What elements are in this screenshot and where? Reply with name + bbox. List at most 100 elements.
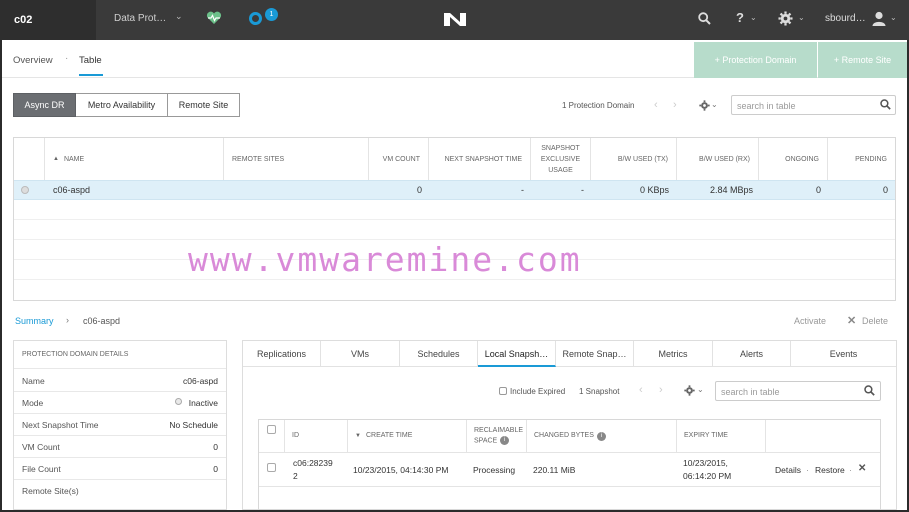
column-header-reclaimable[interactable]: RECLAIMABLE SPACE i bbox=[467, 420, 527, 452]
divider bbox=[14, 435, 226, 436]
column-header-remote-sites[interactable]: REMOTE SITES bbox=[224, 138, 369, 180]
chevron-right-icon[interactable]: › bbox=[659, 384, 663, 396]
column-header-name-label: NAME bbox=[63, 155, 85, 163]
restore-link[interactable]: Restore bbox=[815, 465, 845, 475]
info-icon[interactable]: i bbox=[500, 435, 510, 445]
breadcrumb-summary-link[interactable]: Summary bbox=[15, 316, 54, 326]
search-icon[interactable] bbox=[864, 385, 875, 398]
detail-value-name: c06-aspd bbox=[183, 376, 218, 386]
include-expired-label[interactable]: Include Expired bbox=[510, 387, 565, 396]
activate-button[interactable]: Activate bbox=[794, 316, 826, 326]
tab-alerts[interactable]: Alerts bbox=[713, 341, 791, 367]
snapshot-expiry-line1: 10/23/2015, bbox=[683, 458, 728, 468]
column-header-bw-rx[interactable]: B/W USED (RX) bbox=[677, 138, 759, 180]
column-header-expiry-time[interactable]: EXPIRY TIME bbox=[677, 420, 766, 452]
select-all-checkbox[interactable] bbox=[267, 425, 276, 434]
column-header-pending[interactable]: PENDING bbox=[828, 138, 895, 180]
snapshot-id-line2: 2 bbox=[293, 471, 298, 481]
action-separator: · bbox=[806, 465, 809, 475]
snapshot-create-time: 10/23/2015, 04:14:30 PM bbox=[353, 465, 449, 475]
snapshot-reclaimable: Processing bbox=[473, 465, 516, 475]
details-link[interactable]: Details bbox=[775, 465, 801, 475]
column-header-actions bbox=[766, 420, 880, 452]
column-header-ongoing[interactable]: ONGOING bbox=[759, 138, 828, 180]
tab-overview[interactable]: Overview bbox=[13, 55, 53, 66]
gear-icon[interactable] bbox=[778, 11, 793, 28]
column-header-create-time[interactable]: ▼ CREATE TIME bbox=[348, 420, 467, 452]
active-tab-indicator bbox=[79, 74, 103, 76]
column-header-vm-count[interactable]: VM COUNT bbox=[369, 138, 429, 180]
row-checkbox[interactable] bbox=[267, 463, 276, 472]
detail-value-mode: Inactive bbox=[188, 398, 218, 408]
sort-ascending-icon: ▲ bbox=[53, 156, 59, 162]
tab-local-snapshots[interactable]: Local Snapsh… bbox=[478, 341, 556, 367]
chevron-left-icon[interactable]: ‹ bbox=[639, 384, 643, 396]
chevron-right-icon[interactable]: › bbox=[673, 99, 677, 111]
detail-key-file-count: File Count bbox=[22, 464, 61, 474]
column-header-create-time-label: CREATE TIME bbox=[365, 432, 413, 439]
segment-remote-site[interactable]: Remote Site bbox=[167, 93, 240, 117]
search-icon[interactable] bbox=[698, 12, 711, 27]
health-heart-icon[interactable] bbox=[206, 11, 222, 27]
snapshot-search-placeholder: search in table bbox=[721, 387, 780, 397]
divider bbox=[14, 368, 226, 369]
user-menu[interactable]: sbourd… bbox=[825, 13, 866, 24]
cell-name: c06-aspd bbox=[53, 185, 91, 195]
nav-dashboard-menu[interactable]: Data Prot… bbox=[114, 0, 166, 40]
cell-snapshot-exclusive: - bbox=[581, 185, 584, 195]
detail-key-remote-sites: Remote Site(s) bbox=[22, 486, 79, 496]
chevron-down-icon[interactable]: ⌄ bbox=[697, 385, 704, 394]
chevron-left-icon[interactable]: ‹ bbox=[654, 99, 658, 111]
table-settings-gear-icon[interactable] bbox=[699, 100, 710, 113]
status-dot-icon bbox=[175, 398, 182, 405]
detail-value-file-count: 0 bbox=[213, 464, 218, 474]
cell-vm-count: 0 bbox=[416, 185, 422, 195]
nutanix-logo bbox=[442, 12, 468, 29]
tab-metrics[interactable]: Metrics bbox=[634, 341, 713, 367]
tab-events[interactable]: Events bbox=[791, 341, 896, 367]
divider bbox=[14, 479, 226, 480]
search-icon[interactable] bbox=[880, 99, 891, 112]
segment-metro-availability[interactable]: Metro Availability bbox=[76, 93, 168, 117]
column-header-changed-bytes[interactable]: CHANGED BYTES i bbox=[527, 420, 677, 452]
action-separator: · bbox=[849, 465, 852, 475]
detail-key-next-snapshot: Next Snapshot Time bbox=[22, 420, 99, 430]
tab-vms[interactable]: VMs bbox=[321, 341, 400, 367]
breadcrumb-current: c06-aspd bbox=[83, 316, 121, 326]
detail-value-next-snapshot: No Schedule bbox=[169, 420, 218, 430]
tab-replications[interactable]: Replications bbox=[243, 341, 321, 367]
column-header-snapshot-exclusive[interactable]: SNAPSHOT EXCLUSIVE USAGE bbox=[531, 138, 591, 180]
segment-async-dr[interactable]: Async DR bbox=[13, 93, 76, 117]
alert-count-badge: 1 bbox=[265, 8, 278, 21]
delete-snapshot-icon[interactable]: ✕ bbox=[858, 463, 866, 474]
alerts-icon[interactable] bbox=[249, 12, 262, 25]
column-header-next-snapshot[interactable]: NEXT SNAPSHOT TIME bbox=[429, 138, 531, 180]
add-remote-site-button[interactable]: + Remote Site bbox=[818, 42, 907, 78]
cluster-name[interactable]: c02 bbox=[0, 0, 96, 40]
chevron-down-icon[interactable]: ⌄ bbox=[175, 11, 183, 22]
user-icon[interactable] bbox=[872, 11, 886, 28]
help-icon[interactable]: ? bbox=[736, 10, 744, 25]
table-settings-gear-icon[interactable] bbox=[684, 385, 695, 398]
tab-separator: · bbox=[65, 53, 69, 64]
close-icon[interactable]: ✕ bbox=[847, 314, 856, 327]
tab-remote-snapshots[interactable]: Remote Snap… bbox=[556, 341, 634, 367]
detail-key-vm-count: VM Count bbox=[22, 442, 60, 452]
cell-ongoing: 0 bbox=[815, 185, 821, 195]
snapshot-id-line1: c06:28239 bbox=[293, 458, 333, 468]
delete-button[interactable]: Delete bbox=[862, 316, 888, 326]
chevron-down-icon[interactable]: ⌄ bbox=[711, 100, 718, 109]
sort-descending-icon: ▼ bbox=[355, 433, 361, 439]
chevron-down-icon[interactable]: ⌄ bbox=[750, 13, 757, 22]
column-header-bw-tx[interactable]: B/W USED (TX) bbox=[591, 138, 677, 180]
chevron-down-icon[interactable]: ⌄ bbox=[798, 13, 805, 22]
include-expired-checkbox[interactable] bbox=[499, 387, 507, 395]
tab-schedules[interactable]: Schedules bbox=[400, 341, 478, 367]
add-protection-domain-button[interactable]: + Protection Domain bbox=[694, 42, 817, 78]
info-icon[interactable]: i bbox=[596, 431, 606, 441]
column-header-name[interactable]: ▲ NAME bbox=[45, 138, 224, 180]
column-header-id[interactable]: ID bbox=[285, 420, 348, 452]
tab-table[interactable]: Table bbox=[79, 55, 102, 66]
chevron-down-icon[interactable]: ⌄ bbox=[890, 13, 897, 22]
snapshot-count: 1 Snapshot bbox=[579, 387, 620, 396]
